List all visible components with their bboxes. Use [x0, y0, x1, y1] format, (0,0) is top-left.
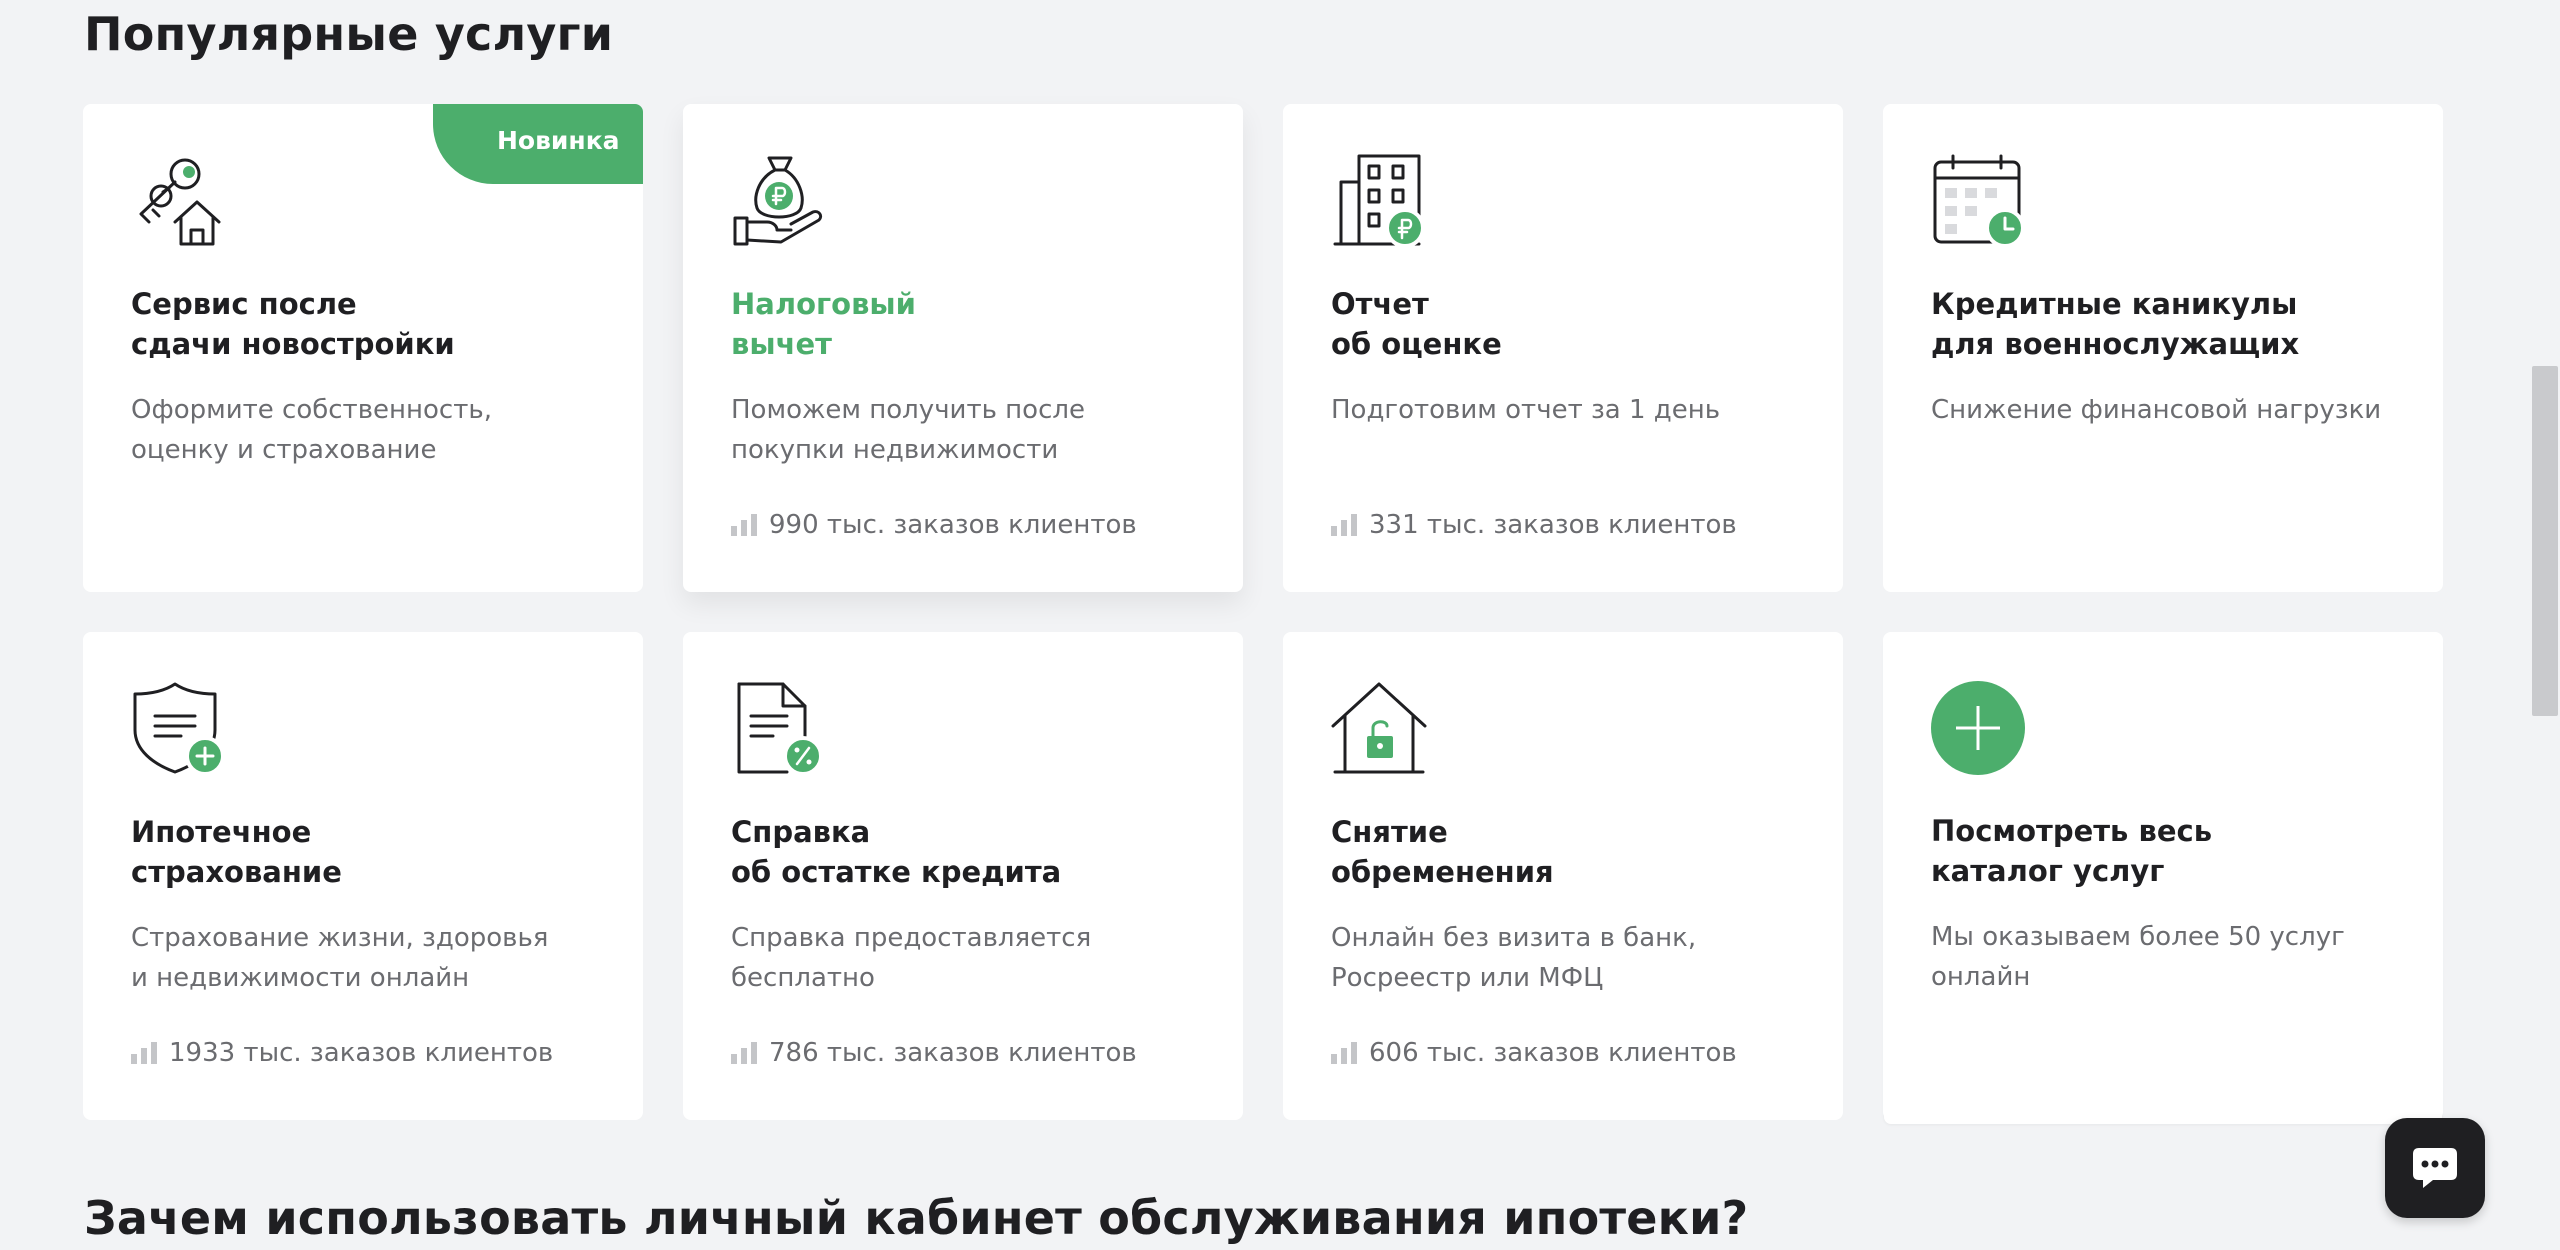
- service-title: Сервис после сдачи новостройки: [131, 287, 455, 361]
- orders-text: 606 тыс. заказов клиентов: [1369, 1038, 1737, 1068]
- service-title: Налоговый вычет: [731, 287, 916, 361]
- document-percent-icon: [737, 682, 823, 776]
- service-description: Мы оказываем более 50 услуг онлайн: [1931, 922, 2345, 992]
- service-description: Справка предоставляется бесплатно: [731, 923, 1092, 993]
- new-badge: Новинка: [433, 104, 643, 184]
- service-title: Посмотреть весь каталог услуг: [1931, 814, 2213, 888]
- service-card-mortgage-insurance[interactable]: Ипотечное страхование Страхование жизни,…: [83, 632, 643, 1120]
- house-unlock-icon: [1331, 682, 1427, 774]
- scrollbar-thumb[interactable]: [2532, 366, 2558, 716]
- bar-chart-icon: [1331, 1042, 1357, 1064]
- money-bag-hand-icon: [733, 156, 823, 246]
- service-description: Подготовим отчет за 1 день: [1331, 395, 1721, 425]
- scrollbar[interactable]: [2530, 0, 2560, 1249]
- bar-chart-icon: [1331, 514, 1357, 536]
- section-title: Популярные услуги: [84, 7, 614, 61]
- service-title: Кредитные каникулы для военнослужащих: [1931, 287, 2300, 361]
- service-description: Страхование жизни, здоровья и недвижимос…: [131, 923, 549, 993]
- service-description: Снижение финансовой нагрузки: [1931, 395, 2382, 425]
- orders-text: 331 тыс. заказов клиентов: [1369, 510, 1737, 540]
- service-title: Снятие обременения: [1331, 815, 1554, 889]
- service-card-credit-holidays[interactable]: Кредитные каникулы для военнослужащих Сн…: [1883, 104, 2443, 592]
- orders-text: 1933 тыс. заказов клиентов: [169, 1038, 554, 1068]
- shield-document-plus-icon: [133, 682, 225, 776]
- calendar-clock-icon: [1933, 154, 2025, 248]
- services-grid: Новинка Сервис после сдачи новостройки О…: [83, 104, 2443, 1120]
- service-card-appraisal-report[interactable]: Отчет об оценке Подготовим отчет за 1 де…: [1283, 104, 1843, 592]
- service-title: Справка об остатке кредита: [731, 815, 1062, 889]
- service-description: Онлайн без визита в банк, Росреестр или …: [1331, 923, 1697, 993]
- service-title: Ипотечное страхование: [131, 815, 342, 889]
- plus-circle-icon: [1931, 681, 2025, 775]
- orders-count: 331 тыс. заказов клиентов: [1331, 508, 1737, 542]
- service-card-new-building[interactable]: Новинка Сервис после сдачи новостройки О…: [83, 104, 643, 592]
- orders-count: 1933 тыс. заказов клиентов: [131, 1036, 553, 1070]
- keys-house-icon: [139, 158, 221, 246]
- bar-chart-icon: [731, 514, 757, 536]
- service-description: Оформите собственность, оценку и страхов…: [131, 395, 492, 465]
- service-title: Отчет об оценке: [1331, 287, 1502, 361]
- service-card-encumbrance-removal[interactable]: Снятие обременения Онлайн без визита в б…: [1283, 632, 1843, 1120]
- section-title-why-cabinet: Зачем использовать личный кабинет обслуж…: [84, 1191, 1749, 1245]
- orders-count: 786 тыс. заказов клиентов: [731, 1036, 1137, 1070]
- building-ruble-icon: [1333, 154, 1425, 248]
- chat-button[interactable]: [2385, 1118, 2485, 1218]
- chat-bubble-icon: [2413, 1148, 2457, 1188]
- service-card-tax-deduction[interactable]: Налоговый вычет Поможем получить после п…: [683, 104, 1243, 592]
- orders-text: 786 тыс. заказов клиентов: [769, 1038, 1137, 1068]
- service-card-full-catalog[interactable]: Посмотреть весь каталог услуг Мы оказыва…: [1883, 632, 2443, 1120]
- service-description: Поможем получить после покупки недвижимо…: [731, 395, 1085, 465]
- service-card-balance-certificate[interactable]: Справка об остатке кредита Справка предо…: [683, 632, 1243, 1120]
- orders-count: 990 тыс. заказов клиентов: [731, 508, 1137, 542]
- bar-chart-icon: [131, 1042, 157, 1064]
- bar-chart-icon: [731, 1042, 757, 1064]
- orders-text: 990 тыс. заказов клиентов: [769, 510, 1137, 540]
- orders-count: 606 тыс. заказов клиентов: [1331, 1036, 1737, 1070]
